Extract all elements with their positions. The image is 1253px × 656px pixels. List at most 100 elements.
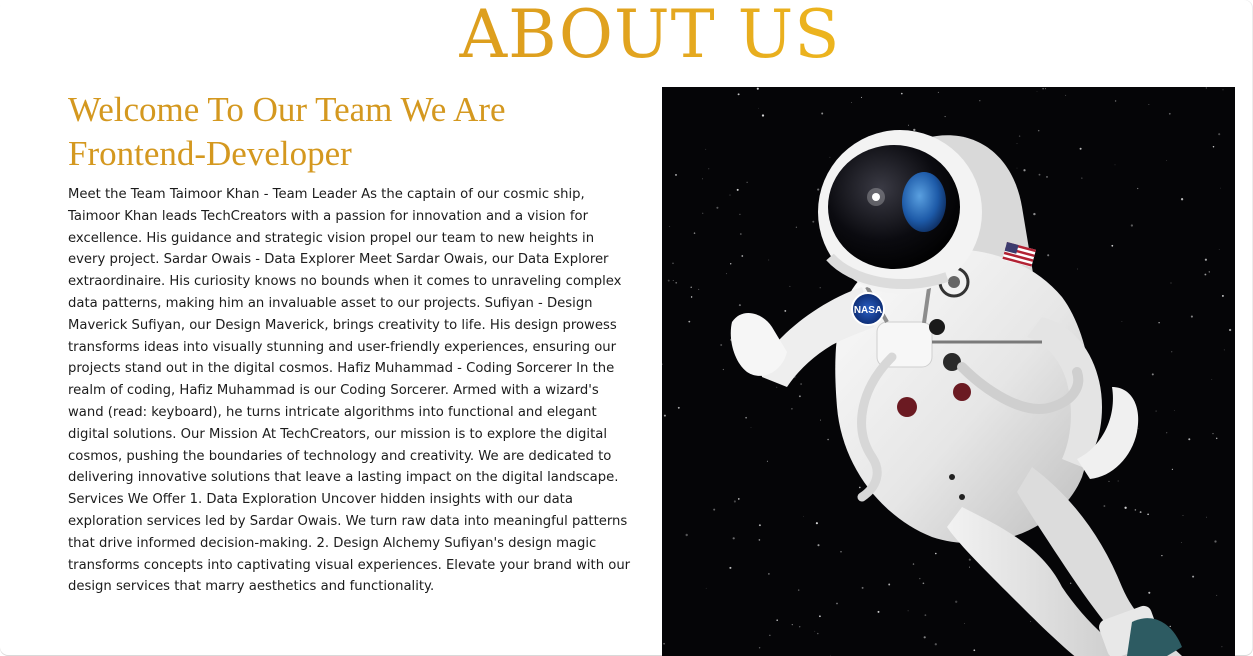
star [1111,244,1114,247]
star [1180,198,1184,201]
star [672,262,674,265]
star [1204,258,1207,261]
star [776,386,778,388]
star [758,539,761,541]
star [789,285,791,287]
star [814,630,816,632]
star [702,178,703,180]
about-section: ABOUT US Welcome To Our Team We Are Fron… [0,0,1253,656]
star [733,500,736,503]
star [761,114,765,117]
star [815,522,818,525]
star [705,587,707,589]
star [1016,167,1018,169]
star [1108,480,1110,482]
star [738,304,741,307]
star [1037,129,1040,132]
star [840,551,842,553]
star [1168,112,1171,115]
star [1212,145,1215,148]
star [819,615,821,618]
star [817,632,819,635]
star [675,173,677,176]
star [1166,160,1168,161]
star [860,96,863,98]
star [924,614,927,617]
star [791,407,793,410]
star [800,383,802,385]
star [729,194,731,196]
star [827,438,829,441]
star [698,288,700,290]
star [973,649,976,652]
boot-detail [1127,618,1182,656]
star [1114,164,1116,166]
star [737,93,740,96]
star [726,273,727,275]
star [1103,505,1106,507]
star [964,623,965,624]
star [1218,249,1220,250]
star [913,128,916,132]
star [745,416,747,419]
star [667,279,670,282]
star [1030,621,1032,622]
star [1215,437,1218,440]
team-heading: Welcome To Our Team We Are Frontend-Deve… [68,90,506,173]
star [768,573,770,575]
star [776,619,779,622]
star [736,188,739,191]
star [877,610,880,613]
star [851,102,852,104]
star [1180,542,1182,543]
star [769,634,771,636]
star [1134,509,1137,511]
star [817,188,820,191]
star [937,91,939,93]
star [1218,133,1221,136]
star [1158,322,1160,324]
star [922,582,925,585]
about-text-column: Welcome To Our Team We Are Frontend-Deve… [68,88,634,598]
star [746,181,748,183]
suit-button [949,474,955,480]
star [741,255,744,257]
star [955,600,958,603]
star [934,643,937,646]
star [1077,268,1078,270]
star [688,320,691,323]
star [836,602,838,605]
star [1204,273,1207,276]
star [859,486,861,489]
suit-valve [929,319,945,335]
star [944,116,946,118]
star [739,233,742,235]
star [690,296,693,298]
star [758,524,761,527]
star [677,406,680,409]
star [685,533,688,537]
star [1114,100,1117,102]
star [1137,428,1139,430]
star [713,508,716,511]
star [720,344,723,346]
star [1190,315,1193,318]
star [1166,432,1168,434]
star [1221,294,1224,297]
star [803,515,804,517]
star [716,206,719,209]
star [739,213,741,216]
star [669,226,671,228]
star [1182,515,1184,517]
star [795,226,798,228]
star [934,552,937,555]
star [1036,91,1038,92]
star [799,626,801,628]
visor-glow [867,188,885,206]
star [1170,282,1172,284]
star [1033,212,1036,216]
star [812,220,815,223]
star [1044,88,1046,90]
star [1137,187,1139,190]
star [1065,94,1067,96]
